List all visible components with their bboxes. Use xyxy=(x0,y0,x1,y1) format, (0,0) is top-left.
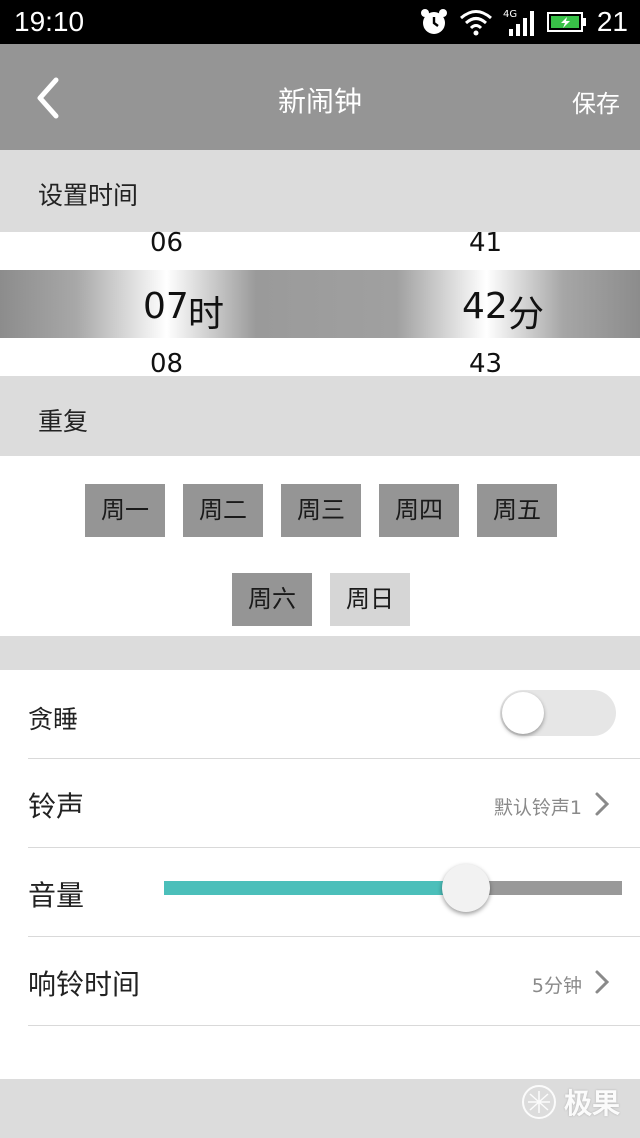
day-button-thu[interactable]: 周四 xyxy=(379,484,459,537)
ring-duration-row[interactable]: 响铃时间 5分钟 xyxy=(28,937,640,1026)
ring-duration-value: 5分钟 xyxy=(531,975,582,997)
signal-icon: 4G xyxy=(503,9,534,36)
status-icons: 4G 21 xyxy=(419,4,628,40)
snooze-label: 贪睡 xyxy=(28,705,79,734)
hour-unit: 时 xyxy=(188,294,225,335)
day-button-sun[interactable]: 周日 xyxy=(330,573,410,626)
network-type: 4G xyxy=(503,9,517,20)
minute-unit: 分 xyxy=(508,294,545,335)
ringtone-row[interactable]: 铃声 默认铃声1 xyxy=(28,759,640,848)
status-bar: 19:10 4G 21 xyxy=(0,0,640,44)
minute-next[interactable]: 43 xyxy=(469,349,502,379)
chevron-right-icon xyxy=(595,792,610,816)
set-time-label: 设置时间 xyxy=(38,181,139,210)
wifi-icon xyxy=(459,10,492,36)
day-button-mon[interactable]: 周一 xyxy=(85,484,165,537)
volume-slider[interactable] xyxy=(164,864,622,912)
volume-slider-thumb[interactable] xyxy=(442,864,491,912)
toggle-knob xyxy=(502,692,544,734)
watermark: 极果 xyxy=(520,1082,620,1122)
chevron-right-icon xyxy=(595,970,610,994)
repeat-label: 重复 xyxy=(38,407,89,436)
app-bar: 新闹钟 保存 xyxy=(0,44,640,150)
hour-selected[interactable]: 07 xyxy=(143,286,189,327)
volume-slider-fill xyxy=(164,881,467,895)
volume-label: 音量 xyxy=(28,879,85,912)
minute-selected[interactable]: 42 xyxy=(462,286,508,327)
ringtone-label: 铃声 xyxy=(28,790,85,823)
battery-icon xyxy=(546,12,586,32)
repeat-header: 重复 xyxy=(0,376,640,456)
page-title: 新闹钟 xyxy=(277,85,362,118)
section-divider xyxy=(0,636,640,670)
hour-prev[interactable]: 06 xyxy=(150,228,183,258)
minute-prev[interactable]: 41 xyxy=(469,228,502,258)
battery-level: 21 xyxy=(596,6,628,37)
set-time-header: 设置时间 xyxy=(0,150,640,232)
day-button-tue[interactable]: 周二 xyxy=(183,484,263,537)
day-button-fri[interactable]: 周五 xyxy=(477,484,557,537)
snooze-toggle[interactable] xyxy=(500,690,616,736)
alarm-icon xyxy=(420,9,447,34)
ring-duration-label: 响铃时间 xyxy=(28,968,141,1001)
day-button-wed[interactable]: 周三 xyxy=(281,484,361,537)
day-button-sat[interactable]: 周六 xyxy=(232,573,312,626)
watermark-text: 极果 xyxy=(563,1087,620,1120)
status-time: 19:10 xyxy=(14,6,85,37)
save-button[interactable]: 保存 xyxy=(572,84,620,119)
ringtone-value: 默认铃声1 xyxy=(493,797,582,819)
hour-next[interactable]: 08 xyxy=(150,349,183,379)
snooze-row: 贪睡 xyxy=(28,670,640,759)
watermark-logo-icon xyxy=(521,1085,556,1119)
